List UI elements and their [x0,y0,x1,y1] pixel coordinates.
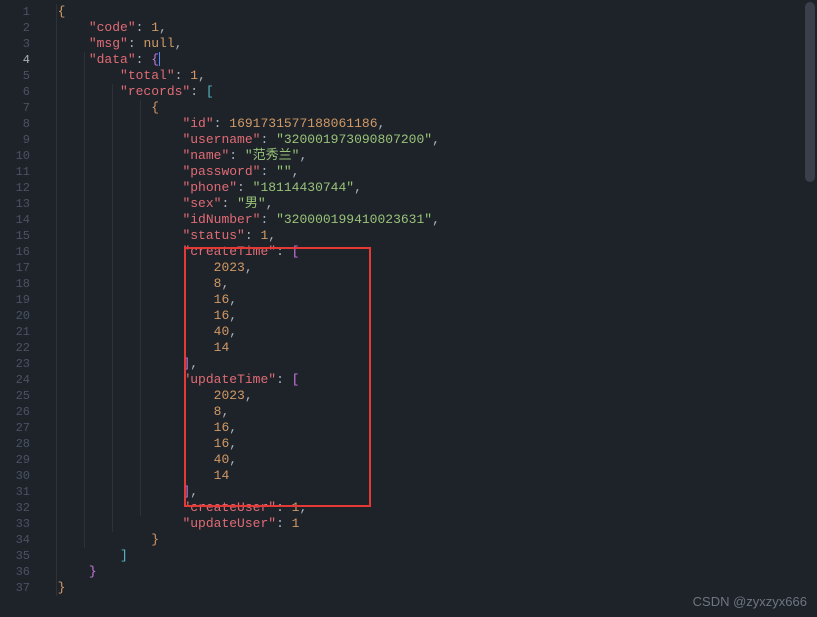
code-line[interactable]: "phone": "18114430744", [42,180,817,196]
code-line[interactable]: ], [42,356,817,372]
code-line[interactable]: } [42,564,817,580]
line-number: 20 [0,308,42,324]
line-number: 24 [0,372,42,388]
code-line[interactable]: ] [42,548,817,564]
code-line[interactable]: "createTime": [ [42,244,817,260]
code-line[interactable]: "code": 1, [42,20,817,36]
line-number: 16 [0,244,42,260]
code-line[interactable]: 8, [42,276,817,292]
line-number: 10 [0,148,42,164]
code-line[interactable]: 16, [42,420,817,436]
line-number: 23 [0,356,42,372]
line-number: 2 [0,20,42,36]
line-number: 36 [0,564,42,580]
line-number: 7 [0,100,42,116]
line-number: 33 [0,516,42,532]
code-line[interactable]: "password": "", [42,164,817,180]
code-content[interactable]: { "code": 1, "msg": null, "data": { "tot… [42,0,817,613]
line-number: 27 [0,420,42,436]
line-number: 6 [0,84,42,100]
line-number: 8 [0,116,42,132]
line-gutter: 1 2 3 4 5 6 7 8 9 10 11 12 13 14 15 16 1… [0,0,42,613]
line-number: 14 [0,212,42,228]
line-number: 31 [0,484,42,500]
scrollbar[interactable] [805,2,815,182]
line-number: 22 [0,340,42,356]
line-number: 19 [0,292,42,308]
code-line[interactable]: "sex": "男", [42,196,817,212]
code-line[interactable]: "data": { [42,52,817,68]
line-number-active: 4 [0,52,42,68]
code-line[interactable]: "records": [ [42,84,817,100]
code-line[interactable]: 40, [42,324,817,340]
code-line[interactable]: 2023, [42,388,817,404]
line-number: 18 [0,276,42,292]
code-line[interactable]: { [42,100,817,116]
code-line[interactable]: 14 [42,468,817,484]
code-line[interactable]: "total": 1, [42,68,817,84]
code-line[interactable]: "createUser": 1, [42,500,817,516]
line-number: 12 [0,180,42,196]
line-number: 11 [0,164,42,180]
code-line[interactable]: 2023, [42,260,817,276]
line-number: 37 [0,580,42,596]
line-number: 3 [0,36,42,52]
code-line[interactable]: { [42,4,817,20]
code-line[interactable]: "updateTime": [ [42,372,817,388]
line-number: 34 [0,532,42,548]
code-line[interactable]: 40, [42,452,817,468]
line-number: 25 [0,388,42,404]
line-number: 32 [0,500,42,516]
code-editor[interactable]: 1 2 3 4 5 6 7 8 9 10 11 12 13 14 15 16 1… [0,0,817,613]
code-line[interactable]: "updateUser": 1 [42,516,817,532]
cursor-icon [159,52,160,66]
code-line[interactable]: ], [42,484,817,500]
code-line[interactable]: 14 [42,340,817,356]
code-line[interactable]: "msg": null, [42,36,817,52]
line-number: 1 [0,4,42,20]
line-number: 17 [0,260,42,276]
line-number: 28 [0,436,42,452]
line-number: 29 [0,452,42,468]
code-line[interactable]: } [42,532,817,548]
code-line[interactable]: "idNumber": "320000199410023631", [42,212,817,228]
code-line[interactable]: 16, [42,436,817,452]
line-number: 21 [0,324,42,340]
line-number: 35 [0,548,42,564]
code-line[interactable]: 16, [42,292,817,308]
watermark: CSDN @zyxzyx666 [693,594,807,609]
line-number: 30 [0,468,42,484]
code-line[interactable]: "status": 1, [42,228,817,244]
line-number: 9 [0,132,42,148]
code-line[interactable]: "name": "范秀兰", [42,148,817,164]
line-number: 5 [0,68,42,84]
code-line[interactable]: 8, [42,404,817,420]
code-line[interactable]: "username": "320001973090807200", [42,132,817,148]
line-number: 13 [0,196,42,212]
code-line[interactable]: "id": 1691731577188061186, [42,116,817,132]
line-number: 26 [0,404,42,420]
code-line[interactable]: 16, [42,308,817,324]
line-number: 15 [0,228,42,244]
